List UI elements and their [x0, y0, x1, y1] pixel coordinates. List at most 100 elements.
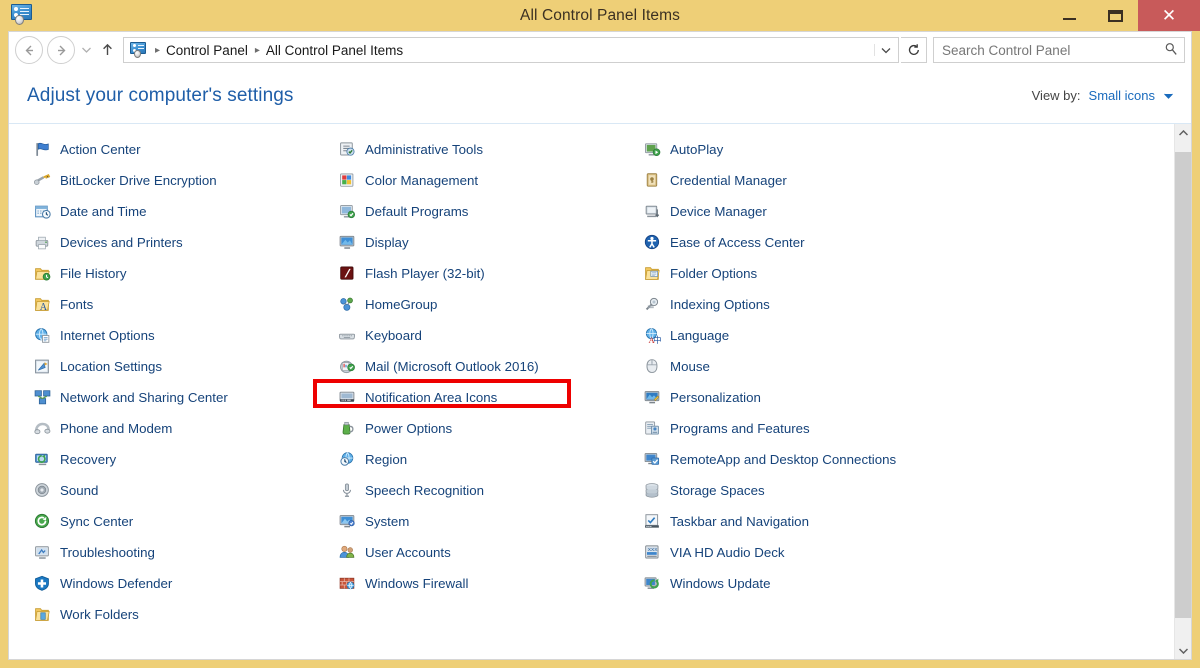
control-panel-item-label: Date and Time [60, 204, 147, 219]
search-box[interactable] [933, 37, 1185, 63]
items-column-3: AutoPlay Credential Manager Device Manager… [643, 134, 1043, 659]
forward-button[interactable] [47, 36, 75, 64]
view-by-control[interactable]: View by: Small icons [1032, 88, 1173, 103]
control-panel-item[interactable]: A 中 Language [643, 320, 1043, 351]
control-panel-item[interactable]: User Accounts [338, 537, 643, 568]
vertical-scrollbar[interactable] [1174, 124, 1191, 659]
close-button[interactable]: ✕ [1138, 0, 1200, 31]
control-panel-item[interactable]: Internet Options [33, 320, 338, 351]
control-panel-item[interactable]: Device Manager [643, 196, 1043, 227]
scroll-down-button[interactable] [1175, 642, 1191, 659]
chevron-up-icon [1178, 129, 1188, 136]
control-panel-item[interactable]: RemoteApp and Desktop Connections [643, 444, 1043, 475]
control-panel-item[interactable]: Region [338, 444, 643, 475]
search-icon[interactable] [1164, 42, 1178, 59]
control-panel-item-label: Troubleshooting [60, 545, 155, 560]
control-panel-item[interactable]: System [338, 506, 643, 537]
control-panel-item[interactable]: Speech Recognition [338, 475, 643, 506]
control-panel-item-label: User Accounts [365, 545, 451, 560]
scroll-up-button[interactable] [1175, 124, 1191, 141]
control-panel-item[interactable]: Keyboard [338, 320, 643, 351]
control-panel-item[interactable]: Recovery [33, 444, 338, 475]
control-panel-item[interactable]: Personalization [643, 382, 1043, 413]
control-panel-item[interactable]: Windows Update [643, 568, 1043, 599]
control-panel-item[interactable]: Location Settings [33, 351, 338, 382]
control-panel-item[interactable]: Color Management [338, 165, 643, 196]
control-panel-item[interactable]: Folder Options [643, 258, 1043, 289]
control-panel-item[interactable]: HomeGroup [338, 289, 643, 320]
control-panel-item[interactable]: BitLocker Drive Encryption [33, 165, 338, 196]
control-panel-item-label: Work Folders [60, 607, 139, 622]
control-panel-item[interactable]: Indexing Options [643, 289, 1043, 320]
control-panel-item-label: Windows Update [670, 576, 771, 591]
user-accounts-icon [338, 544, 356, 562]
control-panel-item[interactable]: Default Programs [338, 196, 643, 227]
minimize-button[interactable] [1046, 0, 1092, 31]
control-panel-item-label: Network and Sharing Center [60, 390, 228, 405]
control-panel-item[interactable]: Ease of Access Center [643, 227, 1043, 258]
control-panel-item[interactable]: Devices and Printers [33, 227, 338, 258]
minimize-icon [1062, 18, 1076, 20]
breadcrumb-dropdown-button[interactable] [874, 44, 896, 56]
breadcrumb-all-items[interactable]: All Control Panel Items [262, 43, 407, 58]
breadcrumb-control-panel[interactable]: Control Panel [162, 43, 252, 58]
control-panel-item-label: Indexing Options [670, 297, 770, 312]
maximize-button[interactable] [1092, 0, 1138, 31]
control-panel-item-label: Flash Player (32-bit) [365, 266, 485, 281]
svg-text:A: A [39, 302, 47, 313]
control-panel-item[interactable]: Administrative Tools [338, 134, 643, 165]
control-panel-item[interactable]: Notification Area Icons [338, 382, 643, 413]
control-panel-item[interactable]: Storage Spaces [643, 475, 1043, 506]
up-button[interactable] [95, 36, 119, 64]
control-panel-item[interactable]: Flash Player (32-bit) [338, 258, 643, 289]
control-panel-item-label: VIA HD Audio Deck [670, 545, 785, 560]
shield-icon [33, 575, 51, 593]
control-panel-item-label: Devices and Printers [60, 235, 183, 250]
scrollbar-thumb[interactable] [1175, 152, 1191, 618]
control-panel-item-label: Speech Recognition [365, 483, 485, 498]
control-panel-item[interactable]: Display [338, 227, 643, 258]
control-panel-item[interactable]: Network and Sharing Center [33, 382, 338, 413]
control-panel-item[interactable]: Taskbar and Navigation [643, 506, 1043, 537]
recent-locations-button[interactable] [77, 36, 95, 64]
region-icon [338, 451, 356, 469]
control-panel-item[interactable]: Date and Time [33, 196, 338, 227]
scrollbar-track[interactable] [1175, 141, 1191, 642]
close-icon: ✕ [1161, 6, 1177, 25]
control-panel-item[interactable]: Sound [33, 475, 338, 506]
search-input[interactable] [942, 42, 1160, 58]
control-panel-item[interactable]: Credential Manager [643, 165, 1043, 196]
header-band: Adjust your computer's settings View by:… [9, 68, 1191, 124]
control-panel-item[interactable]: A Fonts [33, 289, 338, 320]
control-panel-item[interactable]: Phone and Modem [33, 413, 338, 444]
microphone-icon [338, 482, 356, 500]
breadcrumb-bar[interactable]: ▸ Control Panel ▸ All Control Panel Item… [123, 37, 899, 63]
chevron-down-icon [1178, 647, 1188, 654]
control-panel-item[interactable]: Work Folders [33, 599, 338, 630]
control-panel-item[interactable]: Windows Firewall [338, 568, 643, 599]
autoplay-icon [643, 141, 661, 159]
ease-of-access-icon [643, 234, 661, 252]
control-panel-item-label: Mouse [670, 359, 710, 374]
refresh-button[interactable] [901, 37, 927, 63]
control-panel-item[interactable]: Troubleshooting [33, 537, 338, 568]
control-panel-item[interactable]: AutoPlay [643, 134, 1043, 165]
device-manager-icon [643, 203, 661, 221]
control-panel-item-label: System [365, 514, 410, 529]
chevron-down-icon[interactable] [1164, 93, 1173, 99]
default-programs-icon [338, 203, 356, 221]
control-panel-item-label: Ease of Access Center [670, 235, 805, 250]
back-button[interactable] [15, 36, 43, 64]
control-panel-item[interactable]: Mouse [643, 351, 1043, 382]
control-panel-item[interactable]: XXX VIA HD Audio Deck [643, 537, 1043, 568]
control-panel-item[interactable]: File History [33, 258, 338, 289]
control-panel-item[interactable]: Action Center [33, 134, 338, 165]
view-by-value[interactable]: Small icons [1089, 88, 1155, 103]
control-panel-item-label: Default Programs [365, 204, 469, 219]
control-panel-item[interactable]: Windows Defender [33, 568, 338, 599]
key-icon [33, 172, 51, 190]
control-panel-item[interactable]: Programs and Features [643, 413, 1043, 444]
control-panel-item[interactable]: Mail (Microsoft Outlook 2016) [338, 351, 643, 382]
control-panel-item[interactable]: Power Options [338, 413, 643, 444]
control-panel-item[interactable]: Sync Center [33, 506, 338, 537]
